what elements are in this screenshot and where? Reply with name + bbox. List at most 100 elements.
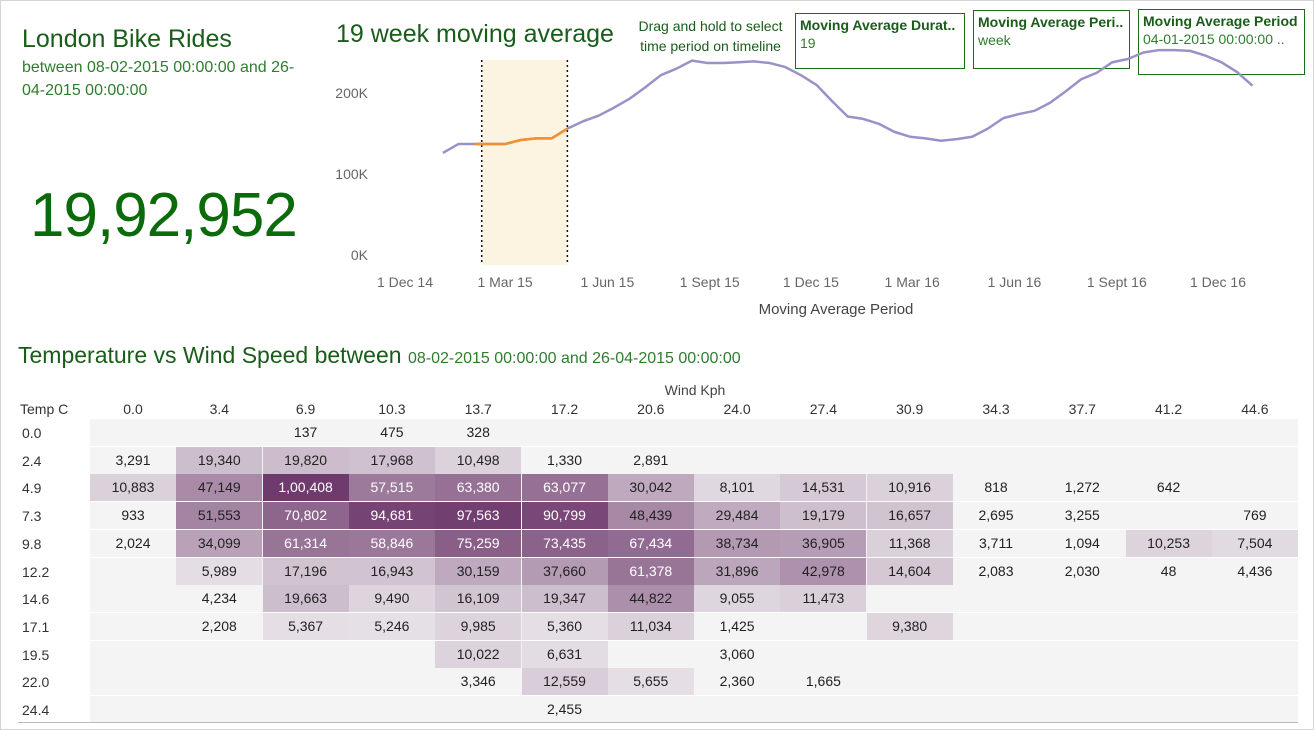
heatmap-cell: 48,439 (607, 502, 694, 530)
wind-speed-column-header: 37.7 (1068, 401, 1096, 417)
heatmap-cell: 11,473 (780, 585, 867, 613)
wind-speed-column-header: 44.6 (1241, 401, 1269, 417)
heatmap-cell: 97,563 (435, 502, 522, 530)
heatmap-cell: 17,968 (348, 446, 435, 474)
heatmap-cell: 31,896 (694, 557, 781, 585)
heatmap-cell: 73,435 (521, 529, 608, 557)
heatmap-cell: 2,695 (978, 507, 1014, 524)
heatmap-cell: 10,498 (435, 446, 522, 474)
heatmap-cell: 17,196 (262, 557, 349, 585)
heatmap-cell: 5,655 (607, 668, 694, 696)
heatmap-cell: 19,663 (262, 585, 349, 613)
heatmap-cell: 19,340 (176, 446, 263, 474)
heatmap-cell: 818 (984, 479, 1008, 496)
heatmap-cell: 475 (380, 424, 404, 440)
heatmap-cell: 9,985 (435, 612, 522, 640)
heatmap-cell: 7,504 (1211, 529, 1298, 557)
wind-speed-column-header: 10.3 (378, 401, 406, 417)
heatmap-cell: 36,905 (780, 529, 867, 557)
temperature-row-header: 17.1 (22, 618, 50, 635)
heatmap-cell: 9,380 (866, 612, 953, 640)
heatmap-cell: 2,360 (719, 673, 755, 690)
heatmap-cell: 61,314 (262, 529, 349, 557)
temperature-row-header: 0.0 (22, 425, 42, 441)
heatmap-cell: 2,024 (115, 534, 151, 551)
heatmap-cell: 10,883 (90, 474, 176, 502)
temperature-row-header: 14.6 (22, 591, 50, 608)
heatmap-cell: 9,055 (694, 585, 781, 613)
wind-speed-column-header: 24.0 (723, 401, 751, 417)
heatmap-cell: 10,253 (1125, 529, 1212, 557)
heatmap-cell: 19,179 (780, 502, 867, 530)
heatmap-cell: 30,159 (435, 557, 522, 585)
heatmap-cell: 1,665 (805, 673, 841, 690)
temperature-row-header: 9.8 (22, 535, 42, 552)
heatmap-cell: 29,484 (694, 502, 781, 530)
wind-speed-column-header: 13.7 (464, 401, 492, 417)
heatmap-cell: 8,101 (694, 474, 781, 502)
wind-speed-column-header: 3.4 (209, 401, 230, 417)
temperature-row-header: 12.2 (22, 563, 50, 580)
heatmap-cell: 137 (293, 424, 318, 440)
heatmap-cell: 1,330 (546, 451, 583, 468)
heatmap-cell: 51,553 (176, 502, 263, 530)
heatmap-cell: 48 (1160, 562, 1177, 579)
heatmap-cell: 30,042 (607, 474, 694, 502)
wind-speed-column-header: 6.9 (295, 401, 316, 417)
heatmap-cell: 70,802 (262, 502, 349, 530)
heatmap-cell: 3,291 (115, 451, 151, 468)
heatmap-cell: 10,916 (866, 474, 953, 502)
heatmap-cell: 16,943 (348, 557, 435, 585)
wind-speed-column-header: 17.2 (550, 401, 579, 417)
heatmap-cell: 1,425 (719, 617, 755, 634)
heatmap-cell: 61,378 (607, 557, 694, 585)
wind-speed-column-header: 30.9 (896, 401, 924, 417)
heatmap-cell: 2,891 (633, 451, 669, 468)
temperature-row-header: 4.9 (22, 480, 42, 497)
heatmap-cell: 42,978 (780, 557, 867, 585)
heatmap-cell: 769 (1243, 507, 1267, 524)
heatmap-row-background (90, 696, 1298, 723)
divider (18, 722, 1298, 723)
heatmap-cell: 2,083 (978, 562, 1014, 579)
heatmap-cell: 2,455 (546, 701, 583, 717)
heatmap-cell: 9,490 (348, 585, 435, 613)
heatmap-cell: 5,246 (348, 612, 435, 640)
temperature-wind-heatmap: 0.0 3.4 6.9 10.3 13.7 17.2 20.6 24.0 27.4 30.9 34.… (0, 0, 1314, 730)
wind-speed-column-header: 20.6 (637, 401, 665, 417)
temperature-row-header: 22.0 (22, 674, 50, 691)
heatmap-cell: 3,060 (719, 645, 755, 662)
heatmap-cell: 5,367 (262, 612, 349, 640)
temperature-row-header: 24.4 (22, 702, 50, 718)
heatmap-cell: 14,531 (780, 474, 867, 502)
heatmap-cell: 6,631 (521, 640, 608, 668)
heatmap-cell: 5,360 (521, 612, 608, 640)
heatmap-cell: 642 (1156, 479, 1181, 496)
heatmap-cell: 4,234 (201, 590, 237, 607)
heatmap-cell: 12,559 (521, 668, 608, 696)
heatmap-cell: 2,030 (1064, 562, 1100, 579)
heatmap-cell: 58,846 (348, 529, 435, 557)
heatmap-cell: 328 (466, 424, 490, 440)
heatmap-cell: 11,034 (607, 612, 694, 640)
heatmap-cell: 3,346 (460, 673, 496, 690)
heatmap-cell: 3,255 (1064, 507, 1100, 524)
heatmap-cell: 63,077 (521, 474, 608, 502)
heatmap-cell: 38,734 (694, 529, 781, 557)
heatmap-cell: 1,00,408 (262, 474, 349, 502)
heatmap-cell: 5,989 (176, 557, 263, 585)
heatmap-cell: 1,094 (1064, 534, 1100, 551)
heatmap-cell: 1,272 (1064, 479, 1100, 496)
heatmap-cell: 16,657 (866, 502, 953, 530)
temperature-row-header: 2.4 (22, 452, 42, 469)
heatmap-cell: 44,822 (607, 585, 694, 613)
temperature-row-header: 19.5 (22, 646, 50, 663)
heatmap-cell: 933 (121, 507, 145, 524)
wind-speed-column-header: 0.0 (123, 401, 143, 417)
heatmap-cell: 47,149 (176, 474, 263, 502)
wind-speed-column-header: 34.3 (982, 401, 1010, 417)
heatmap-cell: 4,436 (1237, 562, 1273, 579)
heatmap-cell: 37,660 (521, 557, 608, 585)
heatmap-cell: 75,259 (435, 529, 522, 557)
heatmap-cell: 16,109 (435, 585, 522, 613)
